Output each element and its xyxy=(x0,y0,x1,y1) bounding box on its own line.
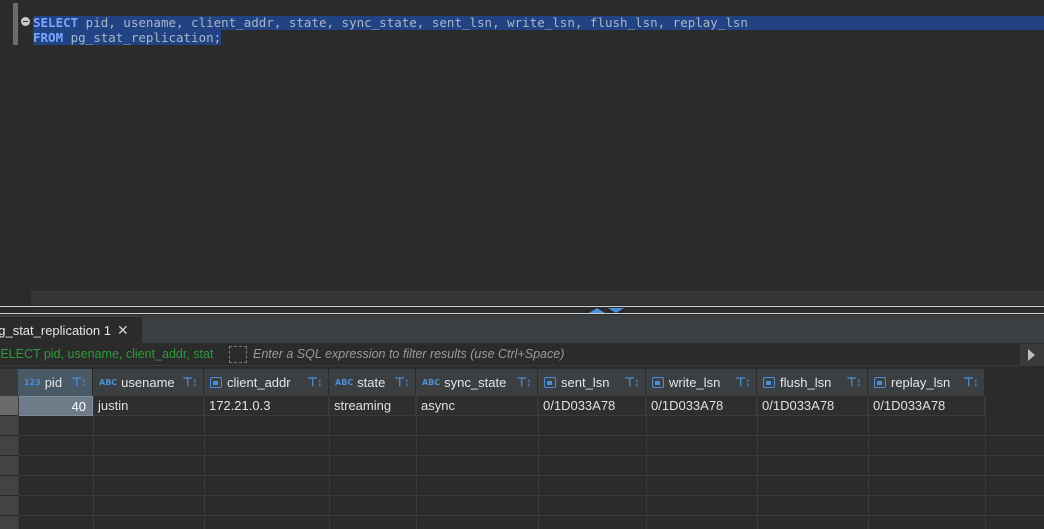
editor-horizontal-scrollbar[interactable] xyxy=(31,291,1044,305)
results-tab-bar: pg_stat_replication 1 ✕ xyxy=(0,315,1044,344)
column-header-state[interactable]: ABC state ⊤↕ xyxy=(329,369,416,396)
sort-filter-icon[interactable]: ⊤↕ xyxy=(395,375,410,389)
results-tab-title: pg_stat_replication 1 xyxy=(0,323,111,338)
column-header-sent-lsn[interactable]: sent_lsn ⊤↕ xyxy=(538,369,646,396)
grid-column-divider xyxy=(329,396,330,529)
sort-filter-icon[interactable]: ⊤↕ xyxy=(847,375,862,389)
column-header-label: pid xyxy=(44,375,63,390)
cell-usename[interactable]: justin xyxy=(93,396,204,416)
sql-editor[interactable]: SELECT pid, usename, client_addr, state,… xyxy=(0,0,1044,307)
grid-column-divider xyxy=(757,396,758,529)
grid-column-divider xyxy=(416,396,417,529)
column-header-flush-lsn[interactable]: flush_lsn ⊤↕ xyxy=(757,369,868,396)
active-query-marker xyxy=(13,3,18,45)
numeric-type-icon: 123 xyxy=(24,378,41,387)
results-grid[interactable]: 123 pid ⊤↕ ABC usename ⊤↕ client_addr ⊤↕ ABC stat… xyxy=(0,369,1044,529)
empty-row xyxy=(18,496,1044,516)
empty-row xyxy=(18,516,1044,529)
grid-column-divider xyxy=(985,396,986,529)
grid-column-divider xyxy=(204,396,205,529)
column-header-label: client_addr xyxy=(227,375,291,390)
row-number-cell[interactable] xyxy=(0,516,18,529)
sql-line-2[interactable]: FROM pg_stat_replication; xyxy=(33,30,222,45)
column-header-write-lsn[interactable]: write_lsn ⊤↕ xyxy=(646,369,757,396)
object-type-icon xyxy=(652,377,664,388)
row-number-cell[interactable] xyxy=(0,476,18,496)
grid-column-divider xyxy=(93,396,94,529)
results-tab[interactable]: pg_stat_replication 1 ✕ xyxy=(0,317,142,344)
row-number-cell[interactable] xyxy=(0,416,18,436)
panel-splitter[interactable] xyxy=(0,306,1044,314)
text-type-icon: ABC xyxy=(99,378,118,387)
cell-write-lsn[interactable]: 0/1D033A78 xyxy=(646,396,757,416)
column-header-pid[interactable]: 123 pid ⊤↕ xyxy=(18,369,93,396)
sort-filter-icon[interactable]: ⊤↕ xyxy=(72,375,87,389)
sort-filter-icon[interactable]: ⊤↕ xyxy=(517,375,532,389)
row-number-cell[interactable] xyxy=(0,436,18,456)
sql-line-1[interactable]: SELECT pid, usename, client_addr, state,… xyxy=(33,16,1044,30)
column-header-label: sent_lsn xyxy=(561,375,610,390)
cell-replay-lsn[interactable]: 0/1D033A78 xyxy=(868,396,985,416)
object-type-icon xyxy=(874,377,886,388)
apply-filter-button[interactable] xyxy=(1020,344,1044,366)
cell-client-addr[interactable]: 172.21.0.3 xyxy=(204,396,329,416)
sort-filter-icon[interactable]: ⊤↕ xyxy=(964,375,979,389)
column-header-client-addr[interactable]: client_addr ⊤↕ xyxy=(204,369,329,396)
object-type-icon xyxy=(763,377,775,388)
fold-icon[interactable] xyxy=(21,17,30,26)
grid-column-divider xyxy=(868,396,869,529)
column-header-label: flush_lsn xyxy=(780,375,832,390)
maximize-arrow-icon[interactable] xyxy=(589,308,605,313)
query-preview-text: SELECT pid, usename, client_addr, stat xyxy=(0,347,214,361)
empty-row xyxy=(18,436,1044,456)
row-number-cell[interactable] xyxy=(0,496,18,516)
sort-filter-icon[interactable]: ⊤↕ xyxy=(736,375,751,389)
filter-expand-icon[interactable] xyxy=(229,346,247,363)
column-header-label: state xyxy=(357,375,386,390)
sql-from-table: pg_stat_replication; xyxy=(63,30,222,45)
close-icon[interactable]: ✕ xyxy=(117,322,129,339)
cell-state[interactable]: streaming xyxy=(329,396,416,416)
empty-row xyxy=(18,476,1044,496)
sort-filter-icon[interactable]: ⊤↕ xyxy=(308,375,323,389)
query-preview[interactable]: SELECT pid, usename, client_addr, stat xyxy=(0,347,225,361)
row-number-cell[interactable] xyxy=(0,456,18,476)
column-header-label: write_lsn xyxy=(669,375,721,390)
sort-filter-icon[interactable]: ⊤↕ xyxy=(183,375,198,389)
column-header-sync-state[interactable]: ABC sync_state ⊤↕ xyxy=(416,369,538,396)
filter-bar: SELECT pid, usename, client_addr, stat E… xyxy=(0,344,1044,366)
empty-row xyxy=(18,416,1044,436)
column-header-replay-lsn[interactable]: replay_lsn ⊤↕ xyxy=(868,369,985,396)
column-header-label: sync_state xyxy=(444,375,507,390)
grid-column-divider xyxy=(18,396,19,529)
text-type-icon: ABC xyxy=(422,378,441,387)
column-header-label: replay_lsn xyxy=(891,375,951,390)
sql-keyword-select: SELECT xyxy=(33,15,79,30)
grid-column-divider xyxy=(538,396,539,529)
empty-row xyxy=(18,456,1044,476)
row-number-column xyxy=(0,369,18,529)
cell-pid[interactable]: 40 xyxy=(18,396,93,416)
column-header-label: usename xyxy=(121,375,175,390)
cell-sync-state[interactable]: async xyxy=(416,396,538,416)
text-type-icon: ABC xyxy=(335,378,354,387)
cell-flush-lsn[interactable]: 0/1D033A78 xyxy=(757,396,868,416)
sql-select-columns: pid, usename, client_addr, state, sync_s… xyxy=(78,15,748,30)
column-header-usename[interactable]: ABC usename ⊤↕ xyxy=(93,369,204,396)
row-number-cell[interactable] xyxy=(0,396,18,416)
object-type-icon xyxy=(210,377,222,388)
sql-keyword-from: FROM xyxy=(33,30,64,45)
cell-sent-lsn[interactable]: 0/1D033A78 xyxy=(538,396,646,416)
object-type-icon xyxy=(544,377,556,388)
grid-column-divider xyxy=(646,396,647,529)
sort-filter-icon[interactable]: ⊤↕ xyxy=(625,375,640,389)
restore-arrow-icon[interactable] xyxy=(608,308,624,313)
filter-input[interactable]: Enter a SQL expression to filter results… xyxy=(253,347,564,361)
